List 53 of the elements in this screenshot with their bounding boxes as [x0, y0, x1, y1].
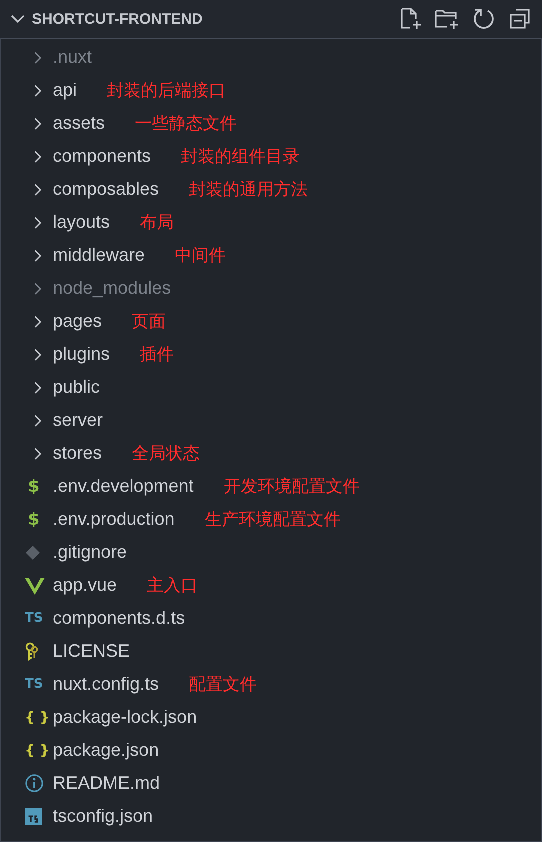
annotation-text: 全局状态: [132, 443, 200, 465]
folder-title: SHORTCUT-FRONTEND: [32, 10, 204, 28]
file-name[interactable]: LICENSE: [53, 641, 130, 662]
file-name[interactable]: middleware: [53, 245, 146, 266]
file-name[interactable]: components.d.ts: [53, 608, 186, 629]
annotation-text: 配置文件: [189, 674, 258, 696]
file-name[interactable]: public: [53, 377, 100, 398]
file-name[interactable]: server: [53, 410, 104, 431]
ts-icon: TS: [25, 611, 44, 626]
file-name[interactable]: tsconfig.json: [53, 806, 154, 827]
file-name[interactable]: package-lock.json: [53, 707, 198, 728]
dollar-icon: $: [28, 510, 40, 530]
ts-icon: TS: [25, 677, 44, 692]
annotation-text: 页面: [132, 311, 166, 333]
annotation-text: 封装的后端接口: [107, 80, 226, 102]
file-name[interactable]: README.md: [53, 773, 160, 794]
annotation-text: 封装的组件目录: [181, 146, 300, 168]
file-name[interactable]: composables: [53, 179, 160, 200]
key-icon: [25, 642, 39, 661]
file-name[interactable]: app.vue: [53, 575, 118, 596]
annotation-text: 封装的通用方法: [189, 179, 308, 201]
file-name[interactable]: .env.production: [53, 509, 175, 530]
annotation-text: 开发环境配置文件: [224, 476, 360, 498]
file-name[interactable]: package.json: [53, 740, 160, 761]
file-name[interactable]: .gitignore: [53, 542, 128, 563]
diamond-icon: [25, 544, 41, 560]
braces-icon: { }: [25, 710, 50, 726]
vue-icon: [25, 576, 45, 594]
file-name[interactable]: assets: [53, 113, 106, 134]
new-file-icon[interactable]: [398, 7, 422, 31]
file-name[interactable]: stores: [53, 443, 102, 464]
file-name[interactable]: layouts: [53, 212, 110, 233]
braces-icon: { }: [25, 742, 50, 758]
file-name[interactable]: components: [53, 146, 152, 167]
file-name[interactable]: pages: [53, 311, 102, 332]
file-name[interactable]: plugins: [53, 344, 110, 365]
dollar-icon: $: [28, 476, 40, 496]
annotation-text: 生产环境配置文件: [204, 509, 341, 531]
file-name[interactable]: node_modules: [53, 278, 172, 299]
annotation-text: 一些静态文件: [135, 113, 238, 135]
file-name[interactable]: nuxt.config.ts: [53, 674, 160, 695]
refresh-icon[interactable]: [472, 7, 496, 31]
annotation-text: 插件: [140, 344, 174, 366]
file-name[interactable]: .nuxt: [53, 47, 92, 68]
annotation-text: 中间件: [175, 245, 226, 267]
annotation-text: 主入口: [147, 575, 198, 597]
file-name[interactable]: api: [53, 80, 78, 101]
ts-file-icon: [25, 808, 42, 825]
info-icon: [25, 774, 44, 793]
new-folder-icon[interactable]: [434, 7, 460, 31]
annotation-text: 布局: [140, 212, 174, 234]
file-name[interactable]: .env.development: [53, 476, 194, 497]
collapse-all-icon[interactable]: [508, 7, 532, 31]
